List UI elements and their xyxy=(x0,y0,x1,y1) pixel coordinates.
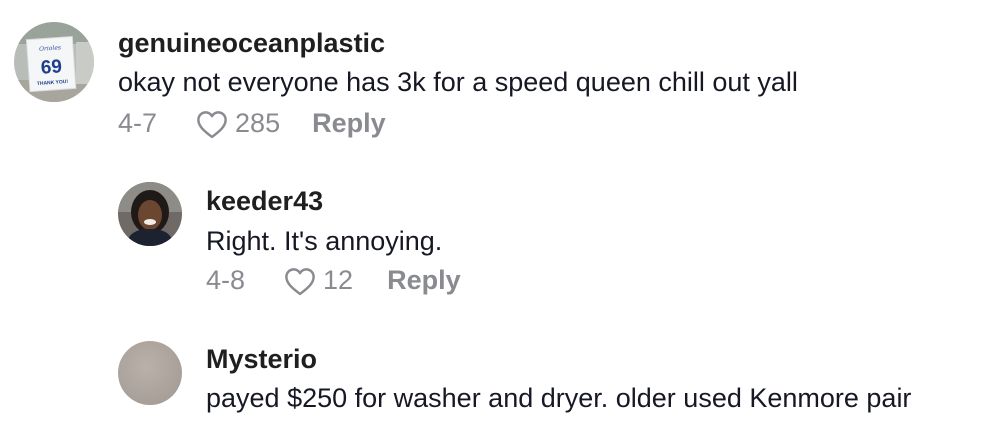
avatar[interactable]: Orioles 69 THANK YOU! xyxy=(14,22,94,102)
avatar[interactable] xyxy=(118,341,182,405)
comment-text: Right. It's annoying. xyxy=(206,226,443,256)
comment-username[interactable]: keeder43 xyxy=(206,186,323,217)
comment-meta: 4-8 12 Reply xyxy=(206,265,461,296)
avatar-image xyxy=(118,182,182,246)
avatar-sign-number: 69 xyxy=(40,56,63,78)
comment-text: payed $250 for washer and dryer. older u… xyxy=(206,383,912,413)
like-button[interactable]: 285 xyxy=(195,108,280,139)
reply-button[interactable]: Reply xyxy=(312,108,386,139)
comment-username[interactable]: Mysterio xyxy=(206,344,317,375)
avatar-image xyxy=(118,341,182,405)
comment-username[interactable]: genuineoceanplastic xyxy=(118,28,385,59)
like-count: 12 xyxy=(323,265,354,295)
comment-text: okay not everyone has 3k for a speed que… xyxy=(118,67,798,97)
like-button[interactable]: 12 xyxy=(283,265,353,296)
heart-outline-icon xyxy=(197,110,227,138)
reply-button[interactable]: Reply xyxy=(387,265,461,296)
comment-date: 4-7 xyxy=(118,108,158,138)
heart-outline-icon xyxy=(285,267,315,295)
like-count: 285 xyxy=(235,108,281,138)
comment-meta: 4-7 285 Reply xyxy=(118,108,386,139)
avatar-image: Orioles 69 THANK YOU! xyxy=(14,22,94,102)
comment-date: 4-8 xyxy=(206,265,246,295)
avatar[interactable] xyxy=(118,182,182,246)
